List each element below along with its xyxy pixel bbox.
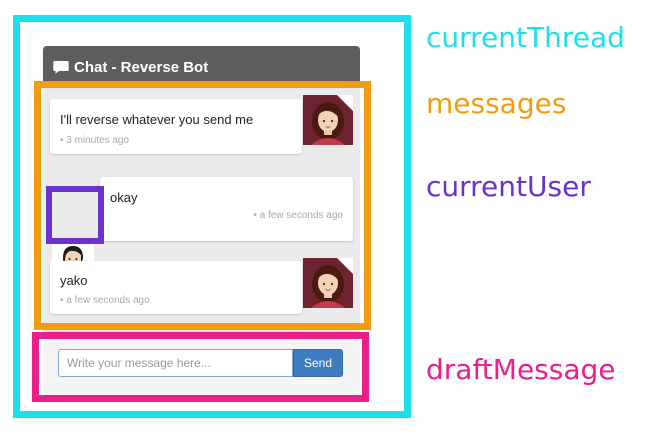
chat-window: Chat - Reverse Bot I'll reverse whatever… xyxy=(43,46,360,394)
bot-avatar-icon xyxy=(303,258,353,308)
message-list: I'll reverse whatever you send me • 3 mi… xyxy=(43,88,360,324)
message-bubble: okay • a few seconds ago xyxy=(100,177,353,241)
chat-bubble-icon xyxy=(53,60,69,74)
current-user-label: currentUser xyxy=(426,170,591,203)
message-input[interactable] xyxy=(58,349,293,377)
send-button[interactable]: Send xyxy=(293,349,343,377)
chat-header: Chat - Reverse Bot xyxy=(43,46,360,88)
draft-message-label: draftMessage xyxy=(426,353,616,386)
message-bubble: I'll reverse whatever you send me • 3 mi… xyxy=(50,99,302,154)
messages-label: messages xyxy=(426,87,567,120)
message-timestamp: • a few seconds ago xyxy=(60,295,150,306)
message-timestamp: • a few seconds ago xyxy=(253,210,343,221)
message-text: yako xyxy=(60,273,88,288)
message-text: okay xyxy=(110,190,138,205)
chat-title: Chat - Reverse Bot xyxy=(74,58,209,76)
current-thread-label: currentThread xyxy=(426,21,625,54)
compose-bar: Send xyxy=(43,331,360,394)
bot-avatar-icon xyxy=(303,95,353,145)
message-timestamp: • 3 minutes ago xyxy=(60,135,130,146)
message-bubble: yako • a few seconds ago xyxy=(50,261,302,314)
message-text: I'll reverse whatever you send me xyxy=(60,112,254,127)
